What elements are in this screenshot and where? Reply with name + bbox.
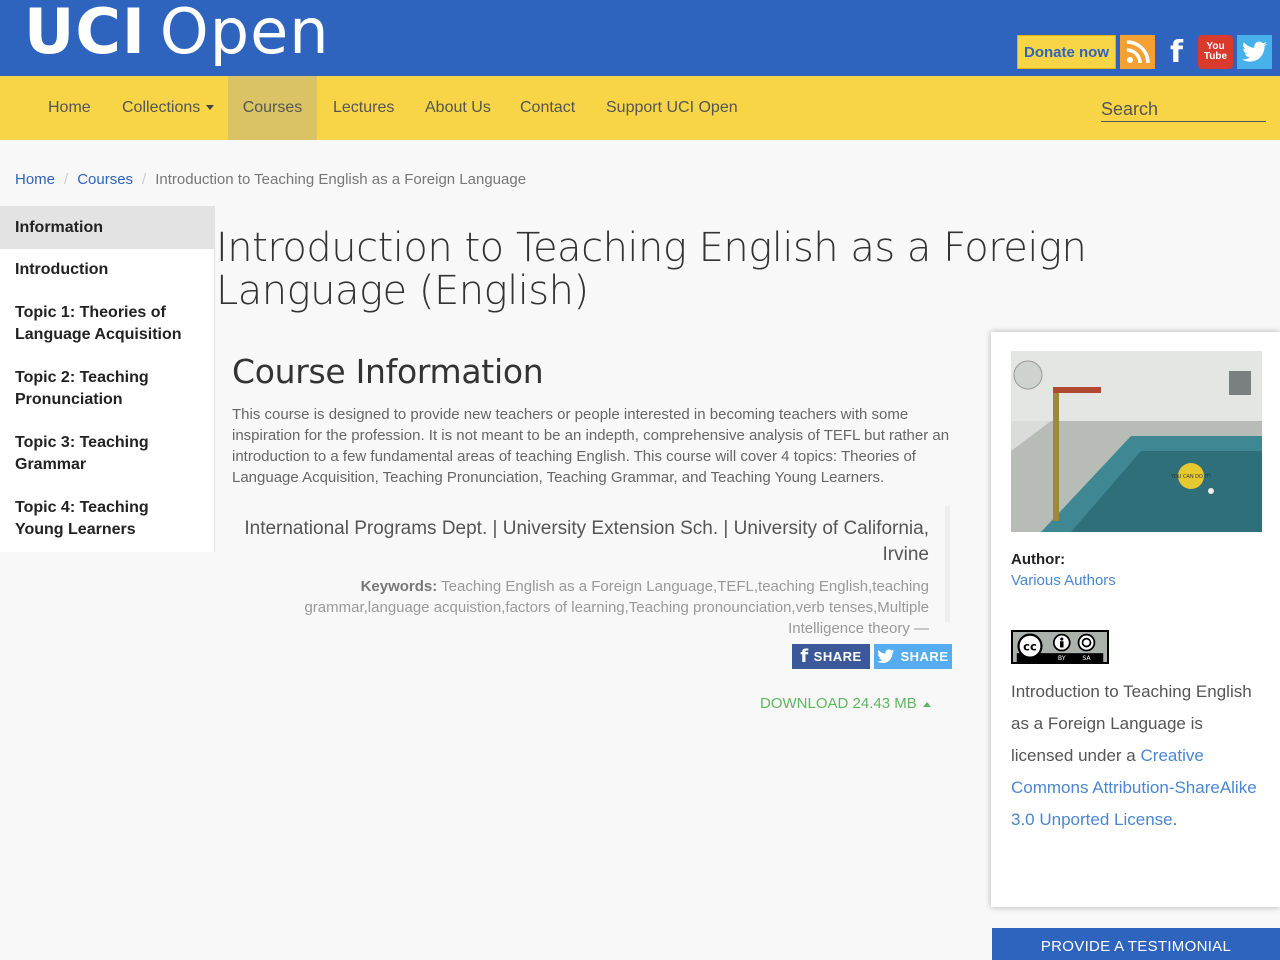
page-title: Introduction to Teaching English as a Fo… [216, 225, 1087, 314]
youtube-icon[interactable]: You Tube [1198, 35, 1233, 69]
sidebar-item-introduction[interactable]: Introduction [0, 259, 214, 281]
nav-collections-label: Collections [122, 99, 201, 116]
facebook-share-button[interactable]: f SHARE [792, 644, 870, 669]
twitter-icon [877, 649, 895, 664]
donate-button[interactable]: Donate now [1017, 35, 1116, 69]
section-title: Course Information [232, 352, 544, 391]
download-label: DOWNLOAD 24.43 MB [760, 695, 917, 712]
department-text: International Programs Dept. | Universit… [244, 518, 929, 565]
license-text: Introduction to Teaching English as a Fo… [1011, 676, 1266, 836]
breadcrumb-separator: / [64, 171, 69, 188]
nav-support-uci-open[interactable]: Support UCI Open [590, 76, 754, 140]
twitter-share-button[interactable]: SHARE [874, 644, 952, 669]
svg-text:cc: cc [1023, 640, 1037, 654]
course-sidebar: Information Introduction Topic 1: Theori… [0, 206, 215, 552]
course-meta: International Programs Dept. | Universit… [232, 506, 950, 637]
course-info-card: YOU CAN DO IT! Author: Various Authors c… [991, 332, 1280, 907]
nav-contact[interactable]: Contact [504, 76, 591, 140]
logo-bold-text: UCI [24, 0, 146, 68]
thumbnail-caption: YOU CAN DO IT! [1170, 474, 1211, 480]
course-thumbnail-image[interactable]: YOU CAN DO IT! [1011, 351, 1262, 532]
caret-down-icon [206, 105, 215, 111]
breadcrumb-separator: / [142, 171, 147, 188]
share-label: SHARE [900, 649, 949, 664]
top-header: UCI Open Donate now f You Tube [0, 0, 1280, 76]
license-prefix: Introduction to Teaching English as a Fo… [1011, 682, 1252, 765]
sidebar-item-topic-3[interactable]: Topic 3: Teaching Grammar [0, 432, 180, 476]
license-suffix: . [1172, 810, 1178, 829]
author-label: Author: [1011, 551, 1066, 568]
share-label: SHARE [813, 649, 862, 664]
logo-light-text: Open [159, 0, 330, 68]
sidebar-item-topic-2[interactable]: Topic 2: Teaching Pronunciation [0, 367, 180, 411]
facebook-icon[interactable]: f [1159, 35, 1194, 70]
sidebar-item-information[interactable]: Information [0, 206, 214, 249]
keywords-label: Keywords: [360, 578, 438, 595]
youtube-bottom-text: Tube [1203, 51, 1228, 62]
course-description: This course is designed to provide new t… [232, 406, 950, 486]
creative-commons-badge-icon[interactable]: cc BY SA [1011, 630, 1109, 664]
caret-up-icon [922, 701, 931, 707]
nav-lectures[interactable]: Lectures [317, 76, 410, 140]
breadcrumb-courses[interactable]: Courses [77, 171, 133, 188]
author-link[interactable]: Various Authors [1011, 572, 1116, 589]
facebook-icon: f [800, 646, 809, 667]
cc-by-label: BY [1058, 655, 1066, 662]
download-button[interactable]: DOWNLOAD 24.43 MB [760, 695, 931, 712]
main-nav: Home Collections Courses Lectures About … [0, 76, 1280, 140]
search-input[interactable] [1101, 97, 1266, 122]
nav-about-us[interactable]: About Us [409, 76, 507, 140]
keywords: Keywords: Teaching English as a Foreign … [232, 576, 929, 639]
twitter-icon[interactable] [1237, 35, 1272, 69]
sidebar-item-topic-1[interactable]: Topic 1: Theories of Language Acquisitio… [0, 302, 200, 346]
nav-home[interactable]: Home [32, 76, 107, 140]
rss-icon[interactable] [1120, 35, 1155, 69]
uci-open-logo[interactable]: UCI Open [24, 0, 330, 70]
breadcrumb-home[interactable]: Home [15, 171, 55, 188]
nav-collections[interactable]: Collections [106, 76, 230, 140]
provide-testimonial-button[interactable]: PROVIDE A TESTIMONIAL [992, 928, 1280, 960]
sidebar-item-topic-4[interactable]: Topic 4: Teaching Young Learners [0, 497, 180, 541]
cc-sa-label: SA [1082, 655, 1091, 662]
header-actions: Donate now f You Tube [1017, 35, 1272, 70]
nav-courses[interactable]: Courses [228, 76, 317, 140]
breadcrumb: Home / Courses / Introduction to Teaching En… [15, 171, 526, 188]
breadcrumb-current: Introduction to Teaching English as a Fo… [155, 171, 527, 188]
